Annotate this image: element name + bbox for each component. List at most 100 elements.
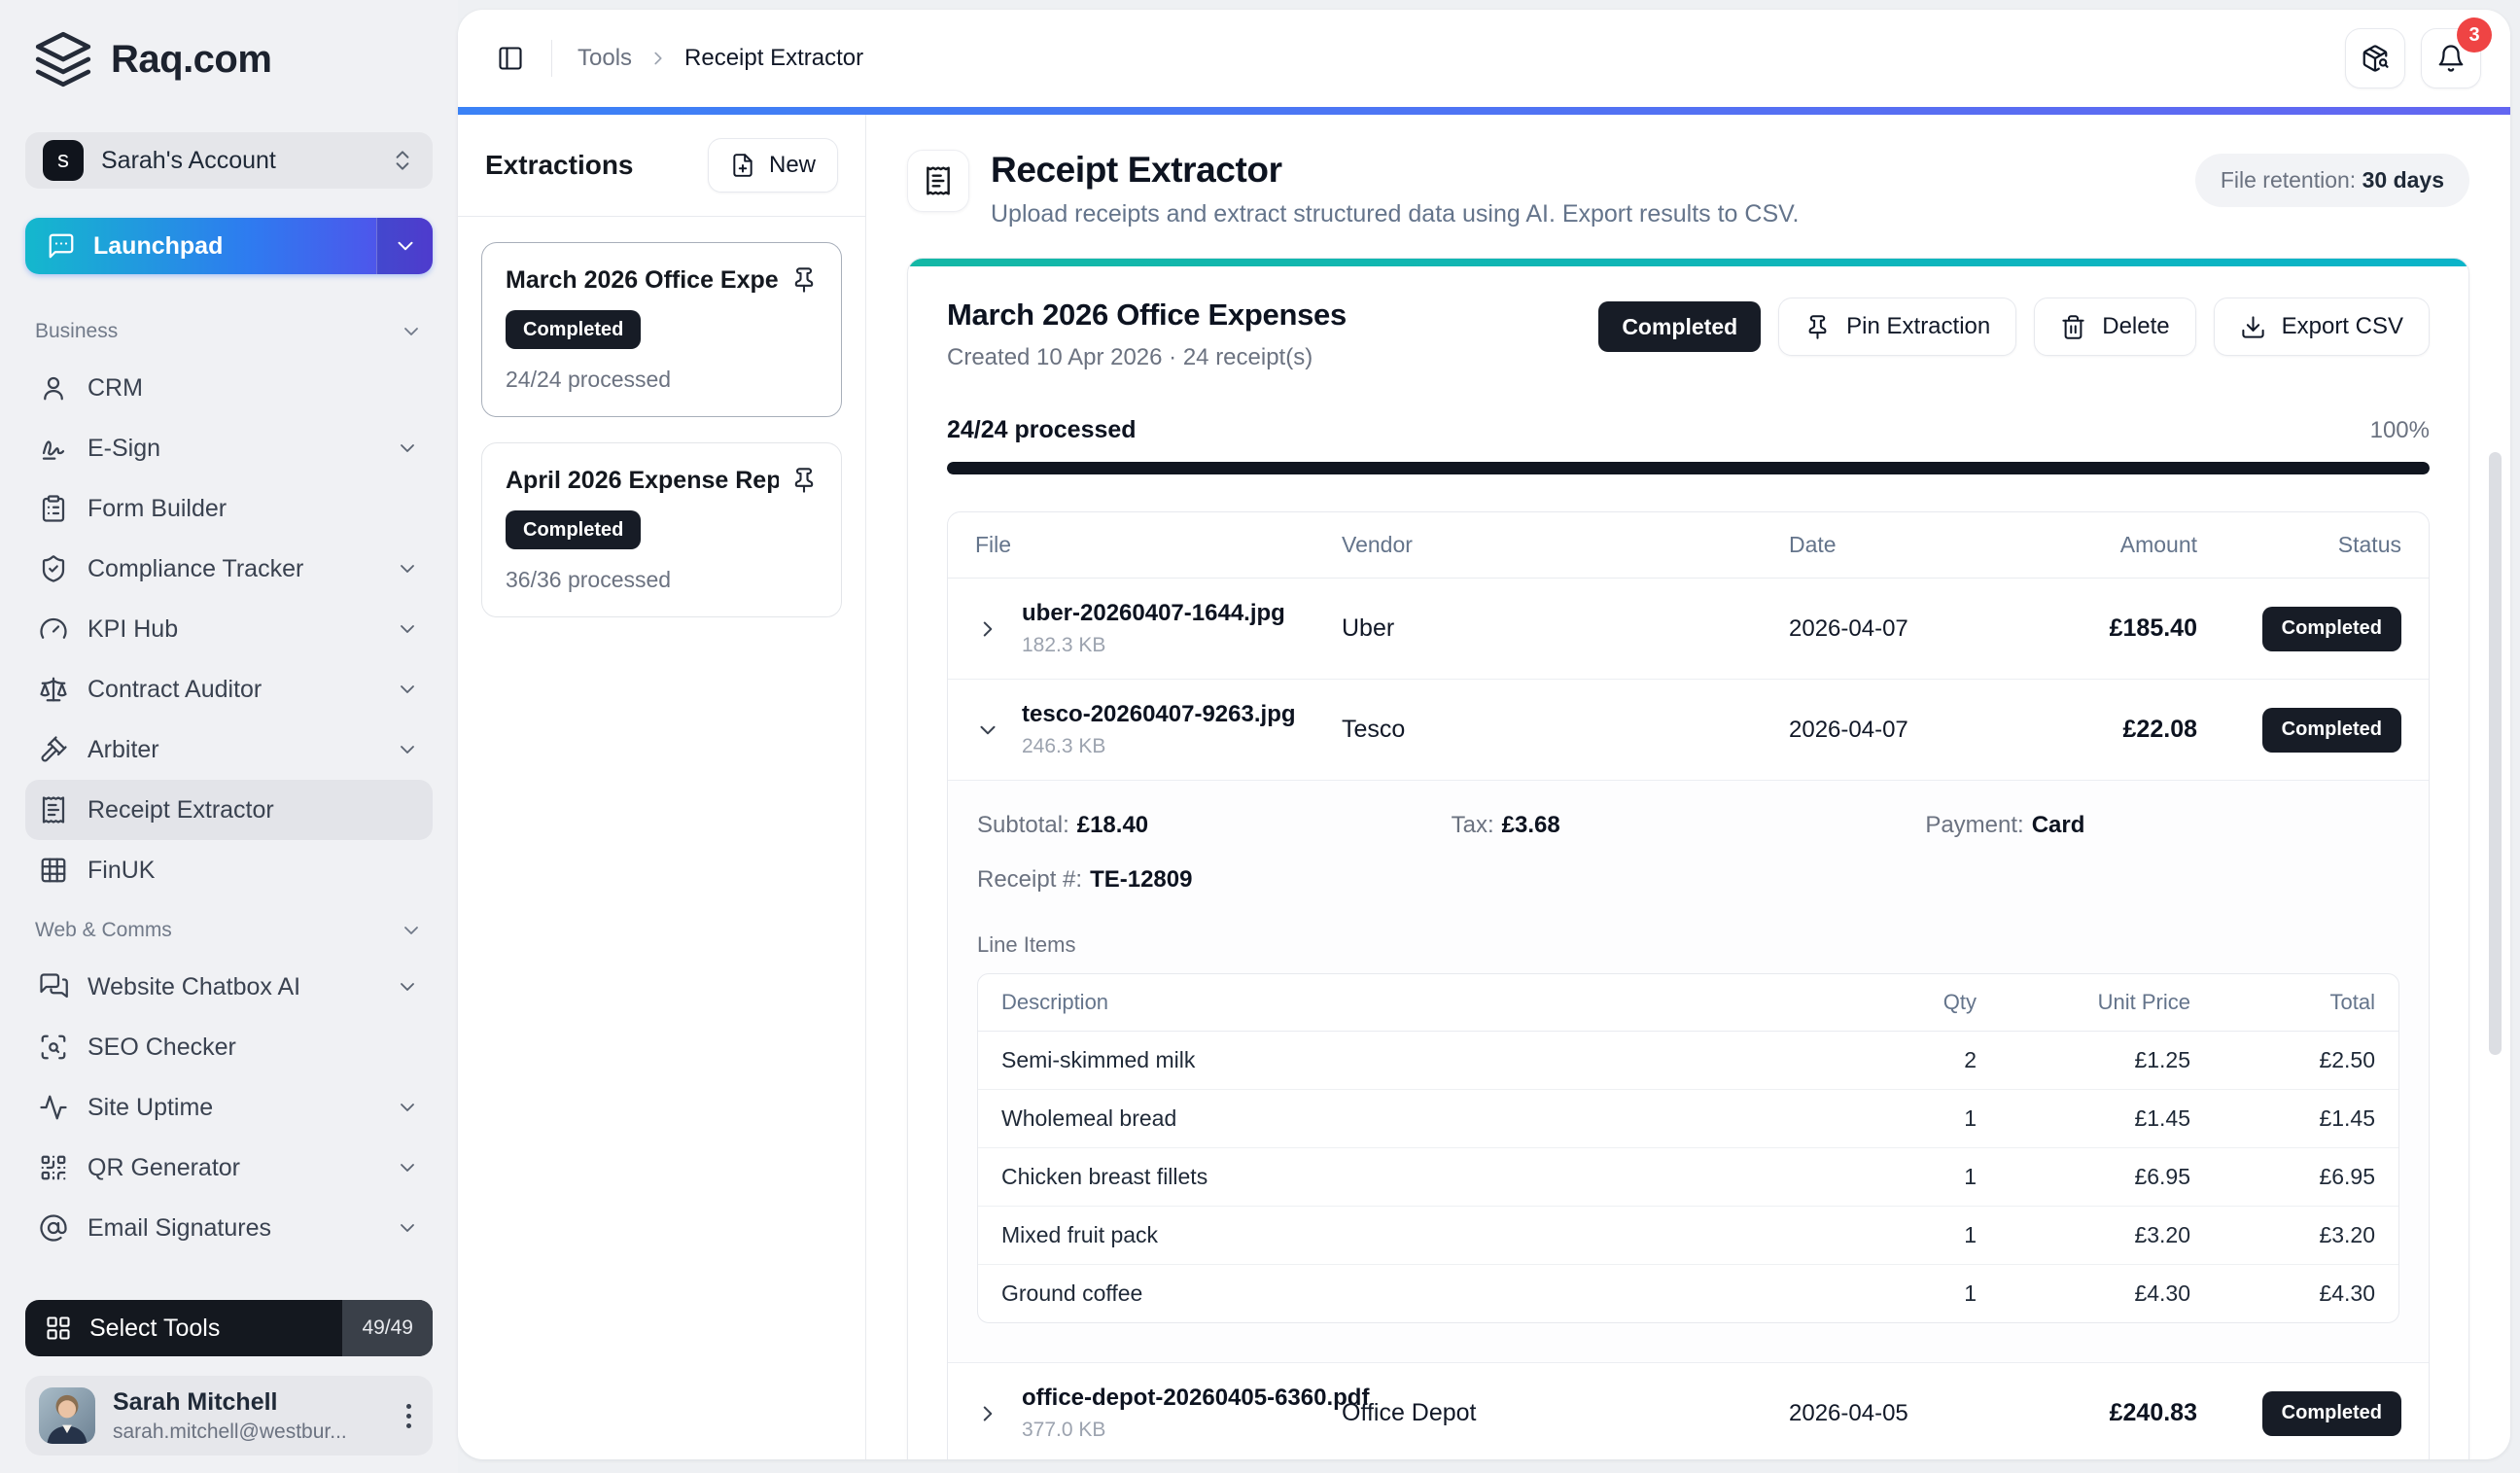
processed-count: 36/36 processed [506,567,672,592]
sidebar-item-label: Website Chatbox AI [88,972,301,1000]
progress-percent: 100% [2369,416,2430,443]
activity-icon [40,1095,67,1120]
receipt-icon [42,796,65,824]
sidebar-item-website-chatbox-ai[interactable]: Website Chatbox AI [25,957,433,1017]
layout-grid-icon [47,1316,70,1340]
sidebar-item-finuk[interactable]: FinUK [25,840,433,900]
sidebar-item-compliance-tracker[interactable]: Compliance Tracker [25,539,433,599]
clipboard-list-icon [42,495,65,522]
brand[interactable]: Raq.com [25,29,433,89]
sidebar-item-contract-auditor[interactable]: Contract Auditor [25,659,433,719]
messages-square-icon [40,973,68,999]
page-icon-box [907,150,969,212]
payment-label: Payment: [1925,812,2024,838]
subtotal-label: Subtotal: [977,812,1069,838]
line-item-row: Chicken breast fillets 1 £6.95 £6.95 [978,1147,2398,1206]
chevron-down-icon [401,565,414,573]
file-name: tesco-20260407-9263.jpg [1022,701,1296,727]
file-size: 377.0 KB [1022,1419,1106,1441]
pin-icon[interactable] [790,266,818,294]
sidebar-item-qr-generator[interactable]: QR Generator [25,1138,433,1198]
item-qty: 2 [1964,1047,1977,1072]
sidebar-section-business[interactable]: Business [25,315,433,348]
select-tools-label: Select Tools [89,1314,221,1342]
at-sign-icon [40,1214,67,1242]
item-total: £1.45 [2319,1105,2375,1131]
user-menu[interactable]: Sarah Mitchell sarah.mitchell@westbur... [25,1376,433,1455]
sidebar-section-web-comms[interactable]: Web & Comms [25,914,433,947]
chevron-right-icon[interactable] [975,1401,1000,1426]
pin-icon [1808,314,1827,339]
sidebar-item-kpi-hub[interactable]: KPI Hub [25,599,433,659]
scale-icon [40,677,67,702]
delete-label: Delete [2102,313,2170,339]
pin-icon[interactable] [790,467,818,494]
launchpad-dropdown-toggle[interactable] [376,218,433,274]
notifications-button[interactable]: 3 [2421,18,2492,88]
file-plus-icon [733,154,752,177]
chevron-down-icon [404,927,418,934]
file-size: 182.3 KB [1022,634,1106,656]
sidebar-item-crm[interactable]: CRM [25,358,433,418]
col-total: Total [2329,990,2375,1014]
sidebar-item-label: Receipt Extractor [88,795,274,824]
breadcrumb-current: Receipt Extractor [684,45,864,71]
user-email: sarah.mitchell@westbur... [113,1420,347,1443]
vendor: Uber [1342,614,1395,642]
chevron-right-icon[interactable] [975,616,1000,642]
status-badge: Completed [2261,606,2401,651]
extraction-meta: Created 10 Apr 2026 · 24 receipt(s) [947,344,1313,370]
subtotal-value: £18.40 [1076,812,1149,838]
status-badge: Completed [2261,1390,2401,1436]
extraction-card-april[interactable]: April 2026 Expense Rep... Completed 36/3… [481,442,842,617]
accent-gradient-bar [458,107,2510,115]
line-item-row: Wholemeal bread 1 £1.45 £1.45 [978,1089,2398,1147]
sidebar-item-arbiter[interactable]: Arbiter [25,719,433,780]
extraction-detail-card: March 2026 Office Expenses Created 10 Ap… [907,258,2469,1459]
sidebar-toggle-button[interactable] [487,35,534,82]
sidebar-item-e-sign[interactable]: E-Sign [25,418,433,478]
export-csv-button[interactable]: Export CSV [2213,298,2430,356]
line-item-row: Semi-skimmed milk 2 £1.25 £2.50 [978,1032,2398,1089]
sidebar-item-form-builder[interactable]: Form Builder [25,478,433,539]
file-size: 246.3 KB [1022,735,1106,757]
breadcrumb-tools[interactable]: Tools [578,45,632,72]
item-description: Wholemeal bread [1001,1105,1177,1131]
download-icon [2241,315,2264,338]
select-tools-button[interactable]: Select Tools 49/49 [25,1300,433,1356]
notification-count-badge: 3 [2457,18,2492,53]
package-search-button[interactable] [2345,28,2405,88]
line-item-row: Mixed fruit pack 1 £3.20 £3.20 [978,1206,2398,1264]
page-title: Receipt Extractor [991,150,1282,190]
launchpad-button[interactable]: Launchpad [25,218,433,274]
sidebar-item-email-signatures[interactable]: Email Signatures [25,1198,433,1258]
sidebar-item-seo-checker[interactable]: SEO Checker [25,1017,433,1077]
launchpad-label: Launchpad [93,231,224,260]
account-switcher[interactable]: s Sarah's Account [25,132,433,189]
sidebar-item-site-uptime[interactable]: Site Uptime [25,1077,433,1138]
extraction-card-march[interactable]: March 2026 Office Expe... Completed 24/2… [481,242,842,417]
main-content: Receipt Extractor Upload receipts and ex… [866,115,2510,1459]
section-business-label: Business [35,320,119,342]
line-item-row: Ground coffee 1 £4.30 £4.30 [978,1264,2398,1322]
sidebar-item-label: CRM [88,373,143,402]
chevron-down-icon [398,241,412,251]
new-extraction-button[interactable]: New [707,138,838,193]
table-row-expanded[interactable]: tesco-20260407-9263.jpg 246.3 KB Tesco 2… [948,679,2429,780]
kebab-menu-icon[interactable] [399,1396,419,1436]
item-qty: 1 [1964,1222,1977,1247]
sidebar-item-receipt-extractor[interactable]: Receipt Extractor [25,780,433,840]
table-row[interactable]: uber-20260407-1644.jpg 182.3 KB Uber 202… [948,579,2429,679]
delete-button[interactable]: Delete [2034,298,2196,356]
progress-label: 24/24 processed [947,416,1137,443]
pin-extraction-button[interactable]: Pin Extraction [1778,298,2017,356]
table-row[interactable]: office-depot-20260405-6360.pdf 377.0 KB … [948,1362,2429,1459]
chevron-down-icon [401,444,414,452]
chevron-down-icon[interactable] [975,718,1000,743]
app-root: Raq.com s Sarah's Account Launchpad Busi… [0,0,2520,1473]
chevron-down-icon [401,983,414,991]
page-subtitle: Upload receipts and extract structured d… [991,200,1800,228]
item-unit-price: £4.30 [2134,1280,2190,1306]
sidebar-item-label: Arbiter [88,735,159,763]
scrollbar-thumb[interactable] [2489,452,2502,1055]
